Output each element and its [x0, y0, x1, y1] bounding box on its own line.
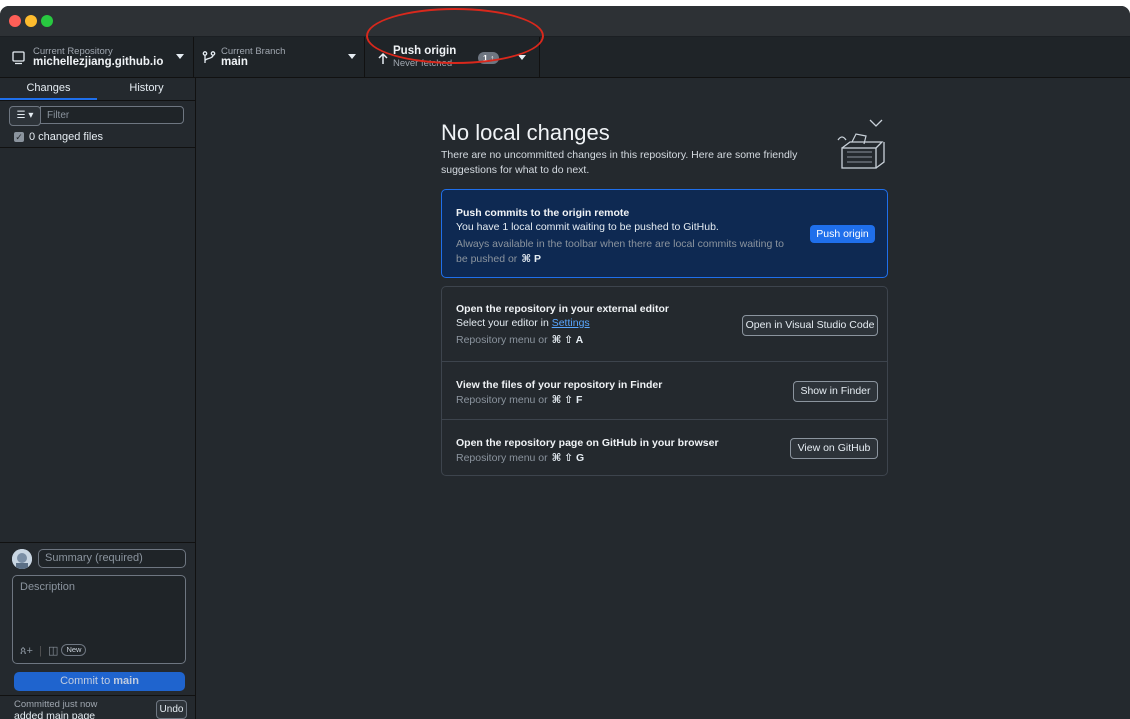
open-editor-title: Open the repository in your external edi…: [456, 303, 669, 315]
current-repository-dropdown[interactable]: Current Repository michellezjiang.github…: [0, 37, 194, 77]
tab-history[interactable]: History: [98, 78, 195, 100]
last-commit-message: added main page: [14, 710, 96, 719]
push-commits-card: Push commits to the origin remote You ha…: [441, 189, 888, 278]
changed-files-header: ✓ 0 changed files: [0, 129, 195, 148]
minimize-window-button[interactable]: [25, 15, 37, 27]
show-in-finder-hint: Repository menu or ⌘ ⇧ F: [456, 393, 582, 408]
description-placeholder: Description: [20, 581, 76, 593]
branch-icon: [202, 51, 216, 63]
show-in-finder-title: View the files of your repository in Fin…: [456, 379, 663, 391]
filter-options-button[interactable]: ☰ ▾: [9, 106, 41, 126]
sidebar: Changes History ☰ ▾ Filter ✓ 0 changed f…: [0, 78, 196, 719]
undo-button[interactable]: Undo: [156, 700, 187, 719]
show-in-finder-hint-text: Repository menu or: [456, 394, 548, 406]
new-badge: New: [61, 644, 87, 656]
open-editor-hint-text: Repository menu or: [456, 334, 548, 346]
branch-name: main: [221, 56, 248, 68]
tab-changes[interactable]: Changes: [0, 78, 97, 100]
open-editor-hint: Repository menu or ⌘ ⇧ A: [456, 333, 583, 348]
suggested-actions: Open the repository in your external edi…: [441, 286, 888, 476]
avatar-icon: [12, 549, 32, 569]
empty-state-illustration: [837, 119, 885, 169]
view-on-github-hint-text: Repository menu or: [456, 452, 548, 464]
push-card-hint: Always available in the toolbar when the…: [456, 237, 786, 267]
last-commit-row: Committed just now added main page Undo: [0, 695, 195, 719]
commit-button[interactable]: Commit to main: [14, 672, 185, 691]
push-card-description: You have 1 local commit waiting to be pu…: [456, 221, 719, 233]
summary-input[interactable]: Summary (required): [38, 549, 186, 568]
main-panel: No local changes There are no uncommitte…: [196, 78, 1130, 719]
select-all-checkbox[interactable]: ✓: [14, 132, 24, 142]
app-window: Current Repository michellezjiang.github…: [0, 6, 1130, 719]
changed-files-count: 0 changed files: [29, 131, 103, 143]
sidebar-tabs: Changes History: [0, 78, 195, 101]
view-on-github-title: Open the repository page on GitHub in yo…: [456, 437, 719, 449]
view-on-github-shortcut: ⌘ ⇧ G: [551, 452, 585, 464]
list-item: Open the repository in your external edi…: [442, 287, 887, 362]
push-card-hint-text: Always available in the toolbar when the…: [456, 238, 784, 265]
repository-name: michellezjiang.github.io: [33, 56, 164, 68]
list-item: Open the repository page on GitHub in yo…: [442, 420, 887, 476]
push-card-title: Push commits to the origin remote: [456, 207, 630, 219]
last-commit-time: Committed just now: [14, 699, 98, 710]
description-input[interactable]: Description ጰ+ | ◫ New: [12, 575, 186, 664]
push-options-chevron-icon[interactable]: [518, 55, 526, 60]
show-in-finder-shortcut: ⌘ ⇧ F: [551, 394, 583, 406]
push-origin-card-button[interactable]: Push origin: [810, 225, 875, 243]
view-on-github-hint: Repository menu or ⌘ ⇧ G: [456, 451, 584, 466]
push-shortcut: ⌘ P: [521, 253, 541, 265]
settings-link[interactable]: Settings: [552, 317, 590, 329]
commit-button-branch: main: [113, 675, 139, 687]
open-editor-description-text: Select your editor in: [456, 317, 552, 329]
open-in-vscode-button[interactable]: Open in Visual Studio Code: [742, 315, 878, 336]
avatar: [12, 549, 32, 569]
page-title: No local changes: [441, 120, 610, 145]
chevron-down-icon: [348, 54, 356, 59]
filter-row: ☰ ▾ Filter: [9, 106, 186, 126]
copilot-icon[interactable]: ◫: [48, 645, 58, 657]
title-bar: [0, 6, 1130, 37]
current-branch-dropdown[interactable]: Current Branch main: [193, 37, 365, 77]
close-window-button[interactable]: [9, 15, 21, 27]
show-in-finder-button[interactable]: Show in Finder: [793, 381, 878, 402]
description-toolbar: ጰ+ | ◫ New: [20, 644, 87, 658]
commit-button-prefix: Commit to: [60, 675, 114, 687]
add-coauthor-icon[interactable]: ጰ+: [20, 645, 33, 657]
chevron-down-icon: [176, 54, 184, 59]
view-on-github-button[interactable]: View on GitHub: [790, 438, 878, 459]
annotation-circle: [366, 8, 544, 64]
commit-area: Summary (required) Description ጰ+ | ◫ Ne…: [0, 542, 195, 719]
toolbar: Current Repository michellezjiang.github…: [0, 37, 1130, 78]
list-item: View the files of your repository in Fin…: [442, 362, 887, 420]
open-editor-description: Select your editor in Settings: [456, 317, 590, 329]
zoom-window-button[interactable]: [41, 15, 53, 27]
open-editor-shortcut: ⌘ ⇧ A: [551, 334, 584, 346]
page-subtitle: There are no uncommitted changes in this…: [441, 149, 798, 176]
repository-icon: [12, 51, 25, 65]
filter-input[interactable]: Filter: [40, 106, 184, 124]
